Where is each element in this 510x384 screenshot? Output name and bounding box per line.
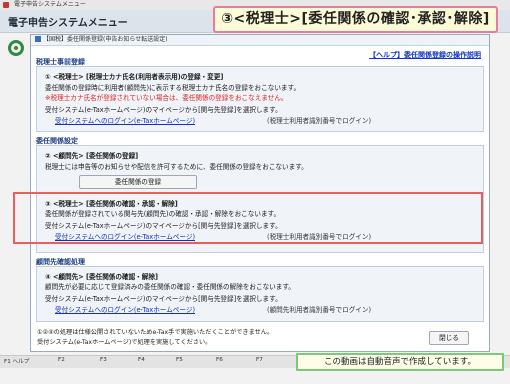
step-callout: ③<税理士>[委任関係の確認･承認･解除] xyxy=(213,6,498,33)
window-title: 電子申告システムメニュー xyxy=(14,1,86,8)
pre-register-warning: ※税理士カナ氏名が登録されていない場合は、委任関係の登録をおこなえません。 xyxy=(45,94,288,102)
client-box: ④ <顧問先> [委任関係の確認・解除] 顧問先が必要に応じて登録済みの委任関係… xyxy=(36,266,484,322)
client-title: ④ <顧問先> [委任関係の確認・解除] xyxy=(45,273,158,281)
fkey-4[interactable]: F4 xyxy=(138,357,145,363)
app-title: 電子申告システムメニュー xyxy=(8,18,128,29)
client-login-link[interactable]: 受付システムへのログイン(e-Taxホームページ) xyxy=(55,304,195,314)
highlight-frame xyxy=(13,192,483,244)
fkey-5[interactable]: F5 xyxy=(176,357,183,363)
pre-register-box: ① <税理士> [税理士カナ氏名(利用者表示用)の登録・変更] 委任関係の登録時… xyxy=(36,66,484,132)
pre-register-title: ① <税理士> [税理士カナ氏名(利用者表示用)の登録・変更] xyxy=(45,73,224,81)
delegate-register-desc: 税理士には申告等のお知らせや配信を許可するために、委任関係の登録をおこないます。 xyxy=(45,163,308,171)
pre-register-instruction: 受付システム(e-Taxホームページ)のマイページから[関与先登録]を選択します… xyxy=(45,106,282,114)
help-link[interactable]: 【ヘルプ】委任関係登録の操作説明 xyxy=(369,50,481,60)
logo-icon xyxy=(8,40,24,56)
dialog-icon xyxy=(35,36,41,42)
fkey-6[interactable]: F6 xyxy=(216,357,223,363)
fkey-3[interactable]: F3 xyxy=(100,357,107,363)
pre-register-desc: 委任関係の登録時に利用者(顧問先)に表示する税理士カナ氏名の登録をおこないます。 xyxy=(45,84,301,92)
fkey-2[interactable]: F2 xyxy=(58,357,65,363)
delegate-register-button[interactable]: 委任関係の登録 xyxy=(79,175,197,189)
client-note: (顧問先利用者識別番号でログイン) xyxy=(267,306,372,314)
client-desc: 顧問先が必要に応じて登録済みの委任関係の確認・委任関係の解除をおこないます。 xyxy=(45,283,295,291)
fkey-7[interactable]: F7 xyxy=(256,357,263,363)
auto-voice-notice: この動画は自動音声で作成しています。 xyxy=(296,353,504,371)
app-icon xyxy=(3,2,9,8)
close-button[interactable]: 閉じる xyxy=(429,331,469,345)
footer-note-1: ①②④の処理は仕様公開されていないためe-Tax手で実施いただくことができません… xyxy=(37,329,274,336)
footer-note-2: 受付システム(e-Taxホームページ)で処理を実施してください。 xyxy=(37,339,212,346)
client-instruction: 受付システム(e-Taxホームページ)のマイページから[関与先登録]を選択します… xyxy=(45,295,282,303)
dialog-titlebar: 【国税】委任関係登録(申告お知らせ転送設定) xyxy=(31,35,489,46)
pre-register-login-link[interactable]: 受付システムへのログイン(e-Taxホームページ) xyxy=(55,115,195,125)
pre-register-note: (税理士利用者識別番号でログイン) xyxy=(267,117,372,125)
dialog-title: 【国税】委任関係登録(申告お知らせ転送設定) xyxy=(43,36,168,43)
fkey-1[interactable]: F1 ヘルプ xyxy=(4,357,29,365)
delegate-register-title: ② <顧問先> [委任関係の登録] xyxy=(45,152,139,160)
